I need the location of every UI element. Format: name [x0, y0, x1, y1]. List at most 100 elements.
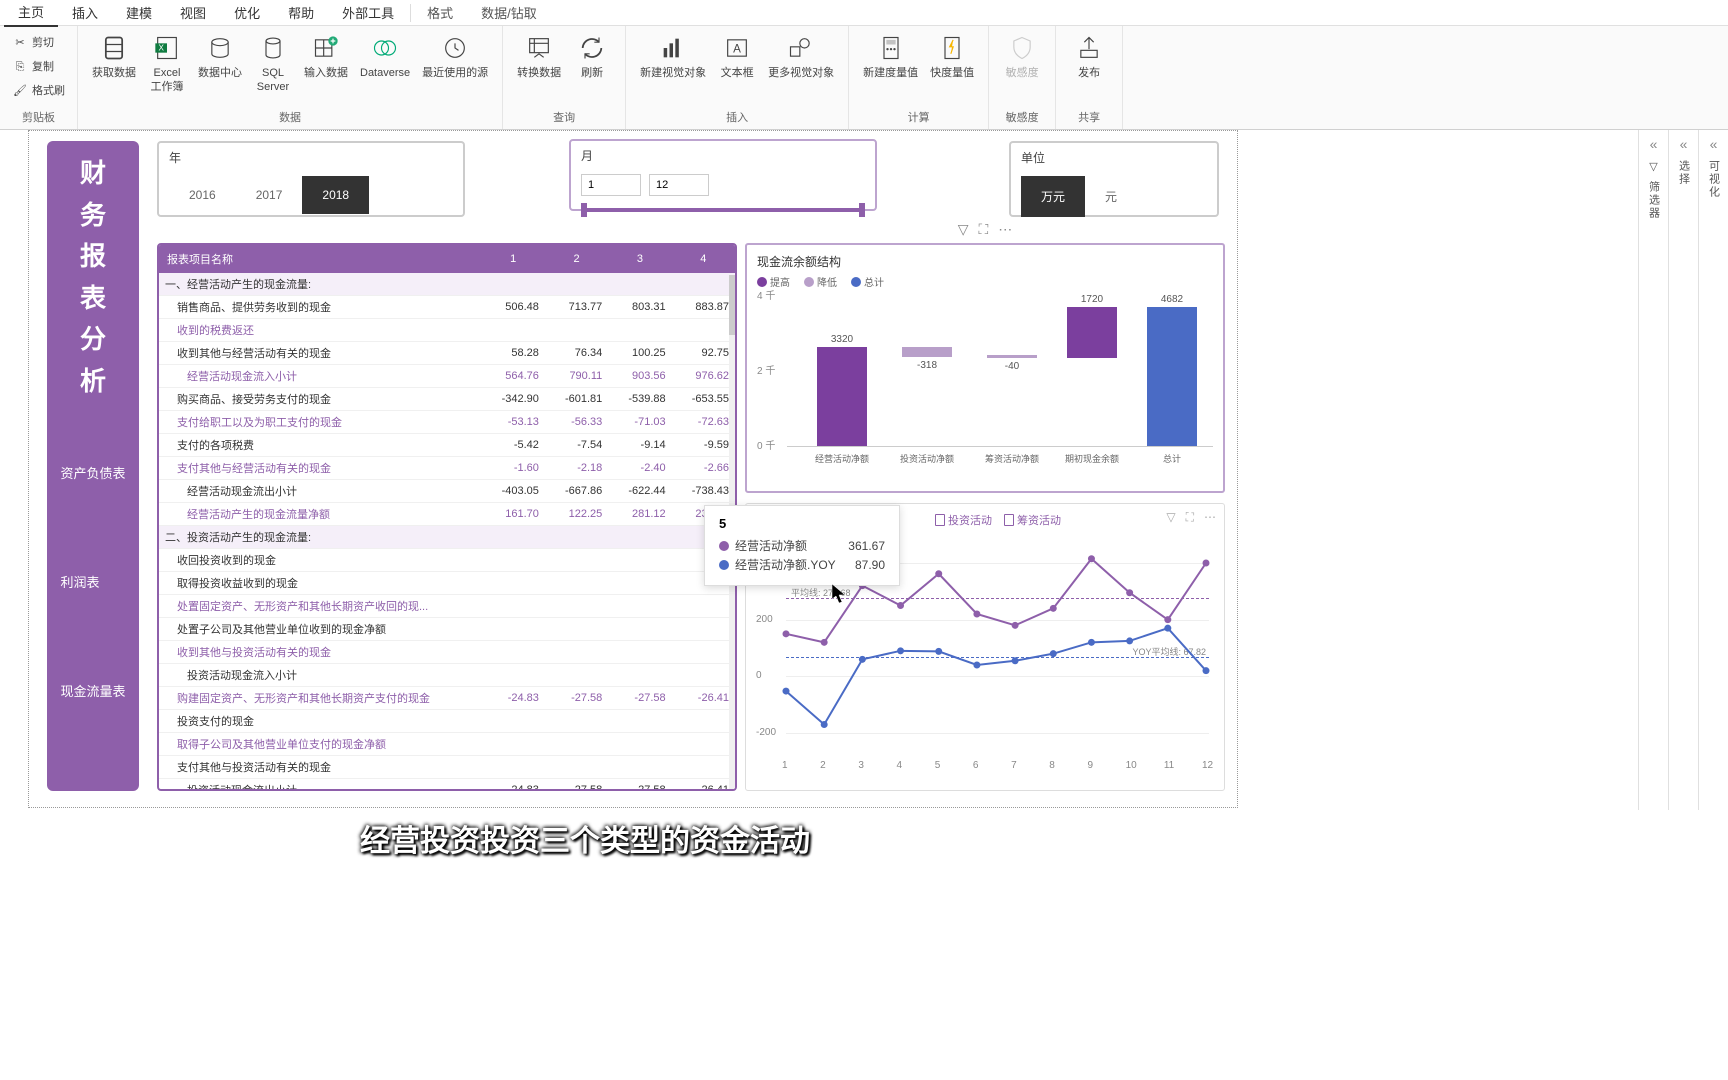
chevron-left-icon[interactable]: « [1710, 136, 1718, 152]
month-to-input[interactable] [649, 174, 709, 196]
table-row[interactable]: 处置子公司及其他营业单位收到的现金净额 [159, 618, 735, 641]
nav-balance-sheet[interactable]: 资产负债表 [60, 463, 125, 482]
ribbon-body: ✂剪切 ⎘复制 🖌格式刷 剪贴板 获取数据 XExcel 工作簿 数据中心 SQ… [0, 26, 1728, 130]
selection-pane[interactable]: « 选择 [1668, 130, 1698, 810]
report-canvas[interactable]: 财务报 表分析 资产负债表 利润表 现金流量表 年 2016 2017 2018… [28, 130, 1238, 808]
focus-icon[interactable]: ⛶ [978, 221, 988, 238]
col-header[interactable]: 报表项目名称 [159, 245, 482, 273]
table-row[interactable]: 购建固定资产、无形资产和其他长期资产支付的现金-24.83-27.58-27.5… [159, 687, 735, 710]
month-slider[interactable] [581, 208, 865, 212]
publish-button[interactable]: 发布 [1064, 30, 1114, 82]
table-row[interactable]: 经营活动现金流入小计564.76790.11903.56976.62 [159, 365, 735, 388]
tab-format[interactable]: 格式 [413, 0, 467, 26]
unit-slicer[interactable]: 单位 万元 元 [1009, 141, 1219, 217]
table-row[interactable]: 投资活动现金流出小计-24.83-27.58-27.58-26.41 [159, 779, 735, 791]
format-painter-button[interactable]: 🖌格式刷 [8, 80, 69, 102]
table-row[interactable]: 销售商品、提供劳务收到的现金506.48713.77803.31883.87 [159, 296, 735, 319]
cut-button[interactable]: ✂剪切 [8, 32, 69, 54]
new-visual-button[interactable]: 新建视觉对象 [634, 30, 712, 82]
table-row[interactable]: 支付其他与经营活动有关的现金-1.60-2.18-2.40-2.66 [159, 457, 735, 480]
tab-help[interactable]: 帮助 [274, 0, 328, 26]
tab-view[interactable]: 视图 [166, 0, 220, 26]
data-hub-button[interactable]: 数据中心 [192, 30, 248, 82]
group-label-query: 查询 [511, 107, 617, 129]
tab-optimize[interactable]: 优化 [220, 0, 274, 26]
chevron-left-icon[interactable]: « [1680, 136, 1688, 152]
table-row[interactable]: 处置固定资产、无形资产和其他长期资产收回的现... [159, 595, 735, 618]
quick-measure-button[interactable]: 快度量值 [924, 30, 980, 82]
month-label: 月 [581, 147, 865, 164]
year-opt-2018[interactable]: 2018 [302, 176, 369, 214]
refresh-button[interactable]: 刷新 [567, 30, 617, 82]
filter-icon[interactable]: ▽ [958, 221, 969, 238]
viz-pane[interactable]: « 可视化 [1698, 130, 1728, 810]
table-row[interactable]: 收回投资收到的现金 [159, 549, 735, 572]
unit-opt-yuan[interactable]: 元 [1085, 176, 1137, 217]
table-row[interactable]: 收到其他与投资活动有关的现金 [159, 641, 735, 664]
cell-value: 58.28 [482, 342, 545, 365]
tab-data-drill[interactable]: 数据/钻取 [467, 0, 551, 26]
slider-handle-left[interactable] [581, 203, 587, 217]
calculator-icon [875, 32, 907, 64]
dataverse-button[interactable]: Dataverse [354, 30, 416, 82]
excel-button[interactable]: XExcel 工作簿 [142, 30, 192, 97]
nav-cashflow[interactable]: 现金流量表 [60, 681, 125, 700]
waterfall-visual[interactable]: ▽ ⛶ ⋯ 现金流余额结构 提高 降低 总计 0 千2 千4 千3320经营活动… [745, 243, 1225, 493]
col-header[interactable]: 4 [672, 245, 735, 273]
table-row[interactable]: 购买商品、接受劳务支付的现金-342.90-601.81-539.88-653.… [159, 388, 735, 411]
bm-financing[interactable]: 筹资活动 [1004, 512, 1061, 528]
year-slicer[interactable]: 年 2016 2017 2018 [157, 141, 465, 217]
tab-home[interactable]: 主页 [4, 0, 58, 27]
table-row[interactable]: 经营活动产生的现金流量净额161.70122.25281.12238.19 [159, 503, 735, 526]
table-row[interactable]: 投资活动现金流入小计 [159, 664, 735, 687]
bm-investing[interactable]: 投资活动 [935, 512, 992, 528]
table-row[interactable]: 收到的税费返还 [159, 319, 735, 342]
group-sensitivity: 敏感度 敏感度 [989, 26, 1056, 129]
enter-data-button[interactable]: 输入数据 [298, 30, 354, 82]
textbox-button[interactable]: A文本框 [712, 30, 762, 82]
table-row[interactable]: 一、经营活动产生的现金流量: [159, 273, 735, 296]
year-opt-2017[interactable]: 2017 [236, 176, 303, 214]
sql-button[interactable]: SQL Server [248, 30, 298, 97]
cell-value [482, 641, 545, 664]
table-row[interactable]: 取得投资收益收到的现金 [159, 572, 735, 595]
table-row[interactable]: 支付其他与投资活动有关的现金 [159, 756, 735, 779]
cell-value: -539.88 [608, 388, 671, 411]
tab-model[interactable]: 建模 [112, 0, 166, 26]
transform-button[interactable]: 转换数据 [511, 30, 567, 82]
matrix-visual[interactable]: 报表项目名称1234 一、经营活动产生的现金流量:销售商品、提供劳务收到的现金5… [157, 243, 737, 791]
tab-external[interactable]: 外部工具 [328, 0, 408, 26]
chevron-left-icon[interactable]: « [1650, 136, 1658, 152]
slider-handle-right[interactable] [859, 203, 865, 217]
table-row[interactable]: 收到其他与经营活动有关的现金58.2876.34100.2592.75 [159, 342, 735, 365]
year-label: 年 [169, 149, 453, 166]
get-data-button[interactable]: 获取数据 [86, 30, 142, 82]
recent-sources-button[interactable]: 最近使用的源 [416, 30, 494, 82]
table-row[interactable]: 二、投资活动产生的现金流量: [159, 526, 735, 549]
focus-icon[interactable]: ⛶ [1186, 510, 1194, 525]
new-measure-button[interactable]: 新建度量值 [857, 30, 924, 82]
more-visuals-button[interactable]: 更多视觉对象 [762, 30, 840, 82]
table-row[interactable]: 经营活动现金流出小计-403.05-667.86-622.44-738.43 [159, 480, 735, 503]
table-row[interactable]: 取得子公司及其他营业单位支付的现金净额 [159, 733, 735, 756]
filter-icon[interactable]: ▽ [1166, 510, 1175, 525]
more-icon[interactable]: ⋯ [998, 221, 1012, 238]
copy-button[interactable]: ⎘复制 [8, 56, 69, 78]
col-header[interactable]: 3 [608, 245, 671, 273]
nav-income[interactable]: 利润表 [60, 572, 125, 591]
tab-insert[interactable]: 插入 [58, 0, 112, 26]
filters-pane[interactable]: « ▽ 筛选器 [1638, 130, 1668, 810]
more-icon[interactable]: ⋯ [1204, 510, 1216, 525]
row-label: 投资支付的现金 [159, 710, 482, 733]
year-opt-2016[interactable]: 2016 [169, 176, 236, 214]
month-slicer[interactable]: 月 [569, 139, 877, 211]
cell-value [545, 526, 608, 549]
unit-opt-wan[interactable]: 万元 [1021, 176, 1085, 217]
table-row[interactable]: 支付的各项税费-5.42-7.54-9.14-9.59 [159, 434, 735, 457]
cell-value [672, 641, 735, 664]
col-header[interactable]: 1 [482, 245, 545, 273]
col-header[interactable]: 2 [545, 245, 608, 273]
month-from-input[interactable] [581, 174, 641, 196]
table-row[interactable]: 投资支付的现金 [159, 710, 735, 733]
table-row[interactable]: 支付给职工以及为职工支付的现金-53.13-56.33-71.03-72.63 [159, 411, 735, 434]
